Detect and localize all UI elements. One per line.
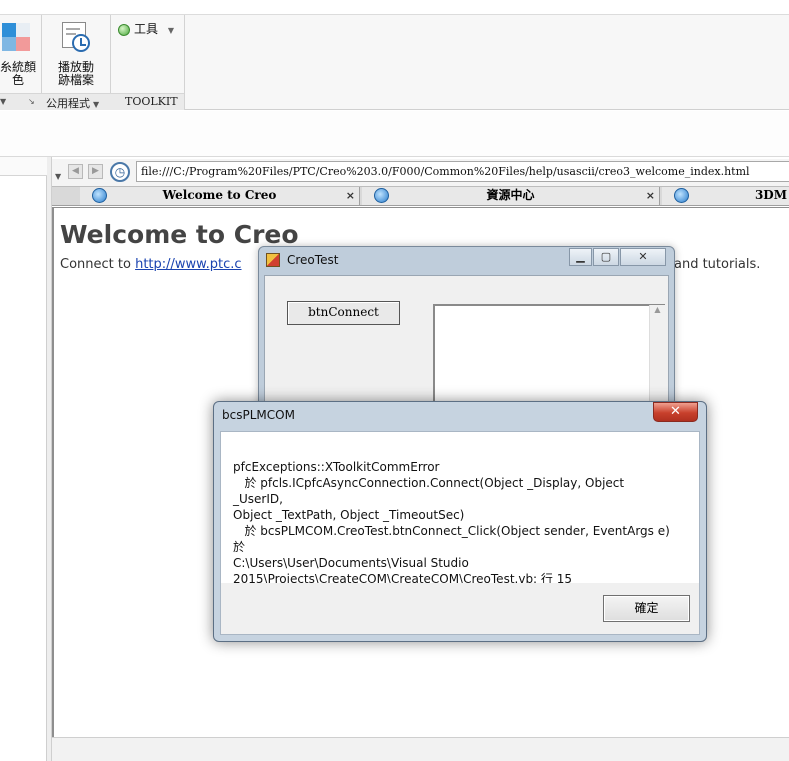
close-icon[interactable]: ✕: [653, 402, 698, 422]
color-scheme-button-label[interactable]: 糸統顏 色: [0, 61, 36, 87]
chevron-down-icon: ▼: [93, 100, 100, 109]
close-icon[interactable]: ✕: [620, 248, 666, 266]
graphics-toolbar-area: [0, 111, 789, 157]
tab-welcome[interactable]: Welcome to Creo ×: [80, 187, 360, 205]
ptc-link[interactable]: http://www.ptc.c: [135, 257, 241, 272]
tab-welcome-label: Welcome to Creo: [162, 188, 277, 202]
tab-resource-center-label: 資源中心: [486, 188, 535, 202]
playback-trail-icon[interactable]: [60, 22, 92, 54]
error-message: pfcExceptions::XToolkitCommError 於 pfcls…: [233, 460, 670, 586]
status-bar: [52, 737, 789, 761]
tab-3dm[interactable]: 3DM: [662, 187, 789, 205]
tab-resource-center[interactable]: 資源中心 ×: [362, 187, 660, 205]
tools-button-label: 工具: [134, 22, 159, 36]
vertical-scrollbar[interactable]: ▲: [649, 305, 665, 416]
maximize-icon[interactable]: ▢: [593, 248, 619, 266]
ribbon-tab-strip: [0, 0, 789, 15]
ok-button[interactable]: 確定: [603, 595, 690, 622]
group-label-utilities-text: 公用程式: [46, 97, 90, 110]
navigator-panel: [0, 157, 47, 761]
url-field[interactable]: file:///C:/Program%20Files/PTC/Creo%203.…: [136, 161, 789, 182]
playback-trail-button-label[interactable]: 播放動 跡檔案: [51, 61, 101, 87]
color-scheme-icon[interactable]: [2, 23, 30, 51]
close-icon[interactable]: ×: [646, 187, 655, 204]
connect-button[interactable]: btnConnect: [287, 301, 400, 325]
group-label-toolkit: TOOLKIT: [125, 95, 178, 108]
app-icon: [266, 253, 280, 267]
creotest-window-title: CreoTest: [287, 253, 339, 267]
error-dialog-title: bcsPLMCOM: [222, 408, 295, 422]
tools-icon: [118, 23, 130, 36]
minimize-icon[interactable]: ▁: [569, 248, 592, 266]
forward-arrow-icon[interactable]: ▶: [88, 164, 103, 179]
back-arrow-icon[interactable]: ◀: [68, 164, 83, 179]
chevron-down-icon[interactable]: ▼: [0, 97, 6, 106]
welcome-text-prefix: Connect to: [60, 257, 136, 272]
close-icon[interactable]: ×: [346, 187, 355, 204]
dialog-launcher-icon[interactable]: ↘: [28, 97, 35, 106]
welcome-text: Connect to http://www.ptc.c: [60, 257, 242, 272]
chevron-down-icon: ▼: [167, 26, 174, 35]
output-textbox[interactable]: [433, 304, 665, 416]
chevron-down-icon[interactable]: ▼: [55, 172, 61, 181]
welcome-text-suffix: and tutorials.: [674, 257, 761, 272]
scroll-up-icon[interactable]: ▲: [654, 305, 660, 314]
tab-3dm-label: 3DM: [754, 188, 787, 202]
tools-button[interactable]: 工具 ▼: [118, 20, 174, 38]
history-icon[interactable]: ◷: [110, 162, 130, 182]
page-heading: Welcome to Creo: [60, 220, 299, 249]
group-label-utilities[interactable]: 公用程式 ▼: [46, 95, 99, 111]
navigator-header: [0, 157, 47, 176]
